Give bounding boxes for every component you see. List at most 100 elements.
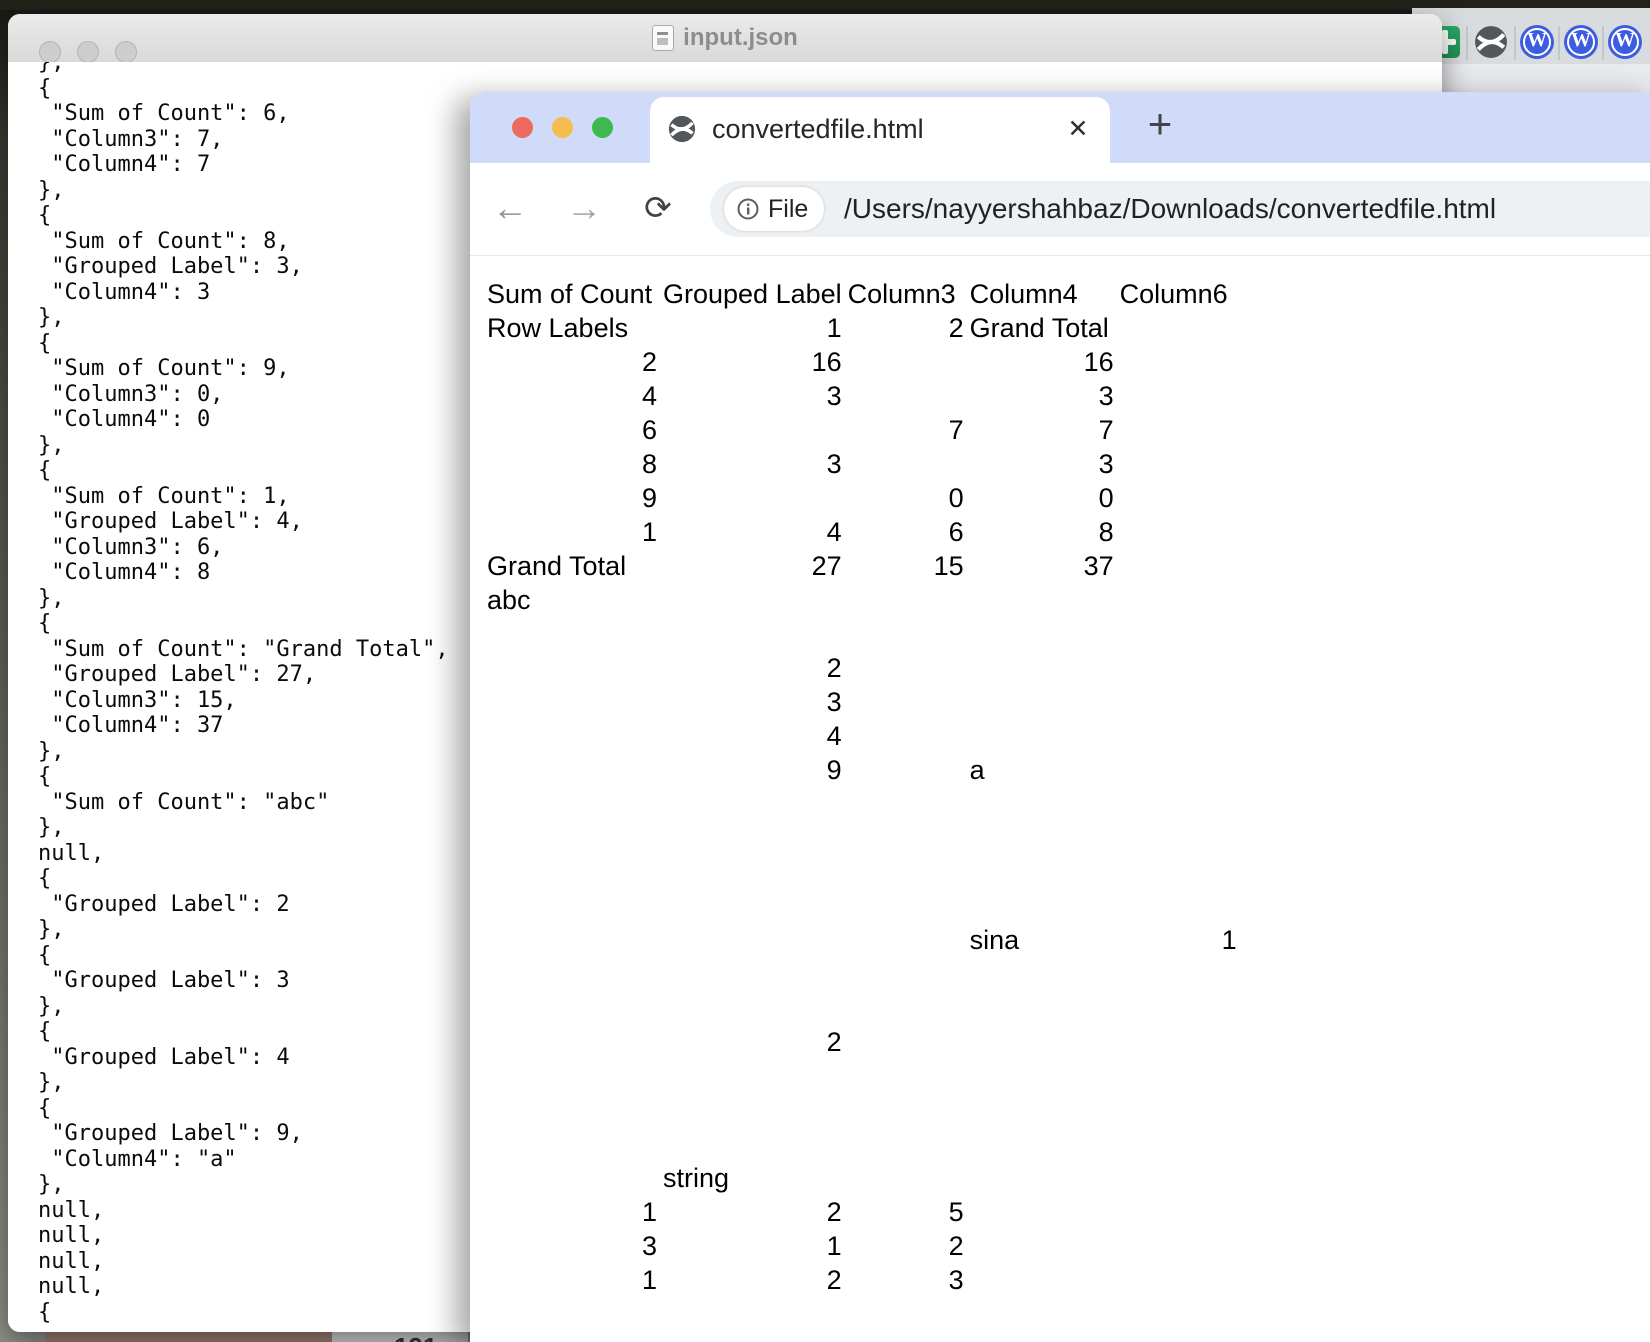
wordpress-icon[interactable]: W [1564, 25, 1598, 59]
table-cell [1117, 1025, 1240, 1059]
table-cell [845, 617, 967, 651]
forward-button[interactable]: → [560, 185, 608, 233]
table-cell: 5 [845, 1195, 967, 1229]
table-cell [845, 957, 967, 991]
table-cell: 27 [660, 549, 845, 583]
table-cell [660, 481, 845, 515]
table-row [484, 889, 1240, 923]
table-cell [967, 1263, 1117, 1297]
table-cell [484, 1161, 660, 1195]
table-cell [484, 889, 660, 923]
table-cell [484, 753, 660, 787]
table-row [484, 1059, 1240, 1093]
table-cell: 8 [967, 515, 1117, 549]
fragment-text: 191 [394, 1334, 468, 1342]
close-button[interactable] [512, 117, 533, 138]
editor-titlebar[interactable]: input.json [8, 14, 1442, 63]
table-cell: Grand Total [967, 311, 1117, 345]
table-cell: 2 [845, 311, 967, 345]
table-cell [1117, 481, 1240, 515]
background-browser-tabstrip: W W W [1412, 8, 1650, 92]
table-cell [1117, 1161, 1240, 1195]
table-cell [1117, 1059, 1240, 1093]
globe-favicon-icon [668, 115, 696, 143]
table-cell: 1 [660, 311, 845, 345]
desktop-menubar [0, 0, 1650, 10]
table-cell [967, 957, 1117, 991]
table-cell [1117, 889, 1240, 923]
window-title: input.json [683, 24, 798, 52]
table-row: 2 [484, 1025, 1240, 1059]
table-cell [845, 379, 967, 413]
table-cell: 7 [967, 413, 1117, 447]
table-cell [845, 991, 967, 1025]
table-cell: 2 [660, 651, 845, 685]
table-cell [1117, 413, 1240, 447]
info-icon [736, 197, 760, 221]
table-row: 4 [484, 719, 1240, 753]
reload-button[interactable]: ⟳ [634, 185, 682, 233]
table-cell: Column4 [967, 277, 1117, 311]
table-cell [484, 651, 660, 685]
table-cell [845, 1025, 967, 1059]
table-cell [484, 1025, 660, 1059]
table-cell: 9 [660, 753, 845, 787]
table-cell [1117, 719, 1240, 753]
tab-close-icon[interactable]: ✕ [1062, 113, 1094, 145]
table-cell [1117, 1195, 1240, 1229]
table-cell [845, 1127, 967, 1161]
table-cell [1117, 1093, 1240, 1127]
wordpress-icon[interactable]: W [1520, 25, 1554, 59]
wordpress-icon[interactable]: W [1608, 25, 1642, 59]
minimize-button[interactable] [552, 117, 573, 138]
globe-icon[interactable] [1474, 25, 1508, 59]
table-cell [845, 583, 967, 617]
table-cell: 1 [1117, 923, 1240, 957]
table-cell: 4 [660, 515, 845, 549]
table-cell [1117, 515, 1240, 549]
table-cell [845, 1093, 967, 1127]
table-cell [1117, 447, 1240, 481]
table-cell [967, 1059, 1117, 1093]
table-cell: 3 [967, 447, 1117, 481]
divider [1558, 26, 1560, 60]
table-row: 312 [484, 1229, 1240, 1263]
table-cell [967, 651, 1117, 685]
table-cell [1117, 311, 1240, 345]
table-cell [484, 719, 660, 753]
address-bar[interactable]: File /Users/nayyershahbaz/Downloads/conv… [710, 181, 1650, 237]
table-row [484, 1127, 1240, 1161]
table-cell [967, 1161, 1117, 1195]
table-cell [1117, 753, 1240, 787]
url-text: /Users/nayyershahbaz/Downloads/converted… [844, 193, 1496, 225]
table-row [484, 991, 1240, 1025]
table-cell [967, 583, 1117, 617]
divider [1602, 26, 1604, 60]
table-cell: string [660, 1161, 845, 1195]
table-cell [967, 685, 1117, 719]
table-row: 2 [484, 651, 1240, 685]
table-cell [484, 991, 660, 1025]
new-tab-button[interactable]: + [1138, 103, 1182, 147]
tab-convertedfile[interactable]: convertedfile.html ✕ [650, 97, 1110, 163]
table-cell [845, 447, 967, 481]
table-cell [1117, 1127, 1240, 1161]
table-cell: 2 [660, 1263, 845, 1297]
table-row: 9 00 [484, 481, 1240, 515]
table-cell [1117, 1229, 1240, 1263]
table-cell: 2 [660, 1195, 845, 1229]
table-cell [1117, 685, 1240, 719]
table-cell [845, 855, 967, 889]
table-cell [1117, 617, 1240, 651]
table-cell [660, 617, 845, 651]
table-row: 123 [484, 1263, 1240, 1297]
tab-title: convertedfile.html [712, 114, 924, 145]
zoom-button[interactable] [592, 117, 613, 138]
back-button[interactable]: ← [486, 185, 534, 233]
table-cell [484, 1059, 660, 1093]
table-cell [1117, 855, 1240, 889]
table-cell: a [967, 753, 1117, 787]
table-cell: 0 [967, 481, 1117, 515]
file-scheme-chip[interactable]: File [724, 187, 824, 231]
table-cell: 3 [660, 685, 845, 719]
